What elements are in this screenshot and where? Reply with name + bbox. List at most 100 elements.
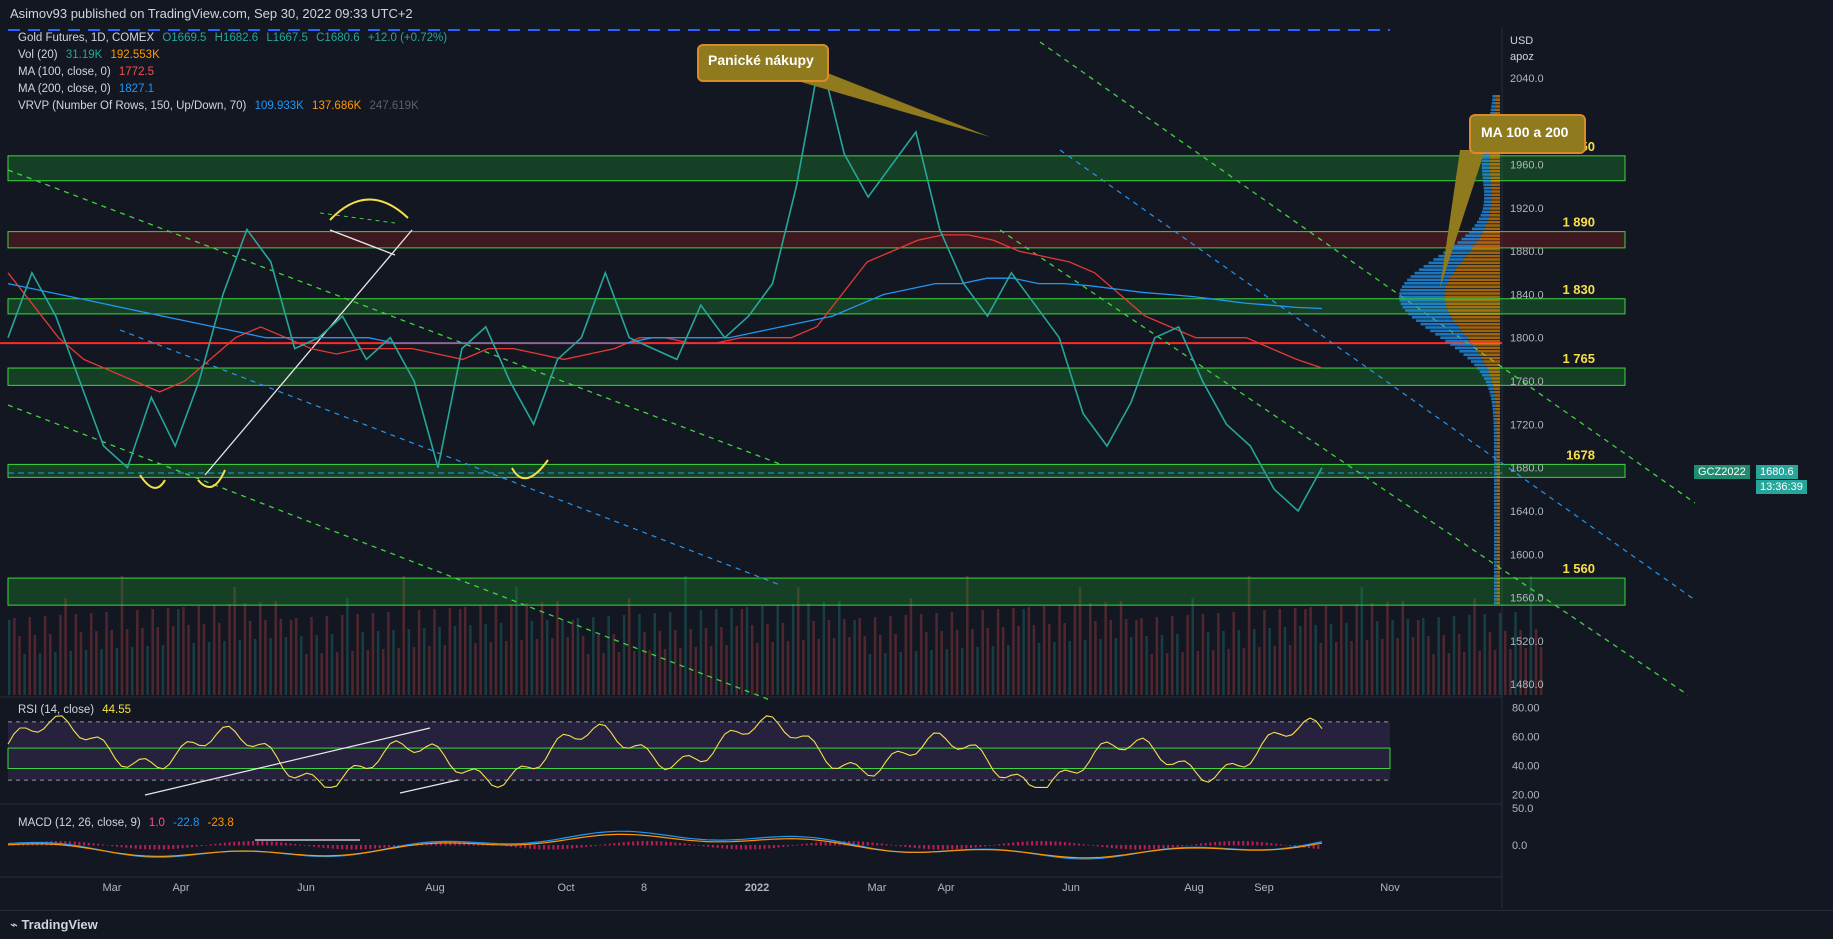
macd-hist-bar	[1049, 841, 1052, 846]
vrvp-bar	[1488, 387, 1494, 390]
volume-bar	[212, 605, 216, 695]
volume-bar	[551, 638, 554, 695]
zone-label-1: 1 890	[1562, 215, 1595, 230]
vrvp-bar	[1492, 95, 1496, 98]
volume-bar	[69, 651, 72, 695]
macd-hist-bar	[655, 841, 658, 846]
volume-bar	[1447, 653, 1451, 695]
vrvp-bar	[1496, 577, 1500, 581]
vrvp-bar	[1496, 472, 1500, 475]
volume-bar	[197, 606, 201, 695]
vrvp-bar	[1418, 268, 1456, 271]
macd-hist-bar	[1171, 845, 1174, 848]
macd-hist-bar	[557, 845, 560, 850]
vrvp-bar	[1494, 598, 1497, 601]
vrvp-bar	[1494, 577, 1497, 581]
legend-rsi-row[interactable]: RSI (14, close) 44.55	[18, 702, 136, 718]
volume-bar	[376, 631, 380, 695]
macd-hist-bar	[1002, 843, 1005, 846]
vrvp-bar	[1496, 414, 1500, 418]
vrvp-bar	[1495, 397, 1500, 401]
macd-hist-bar	[1035, 841, 1038, 846]
time-axis: Mar Apr Jun Aug Oct 8 2022 Mar Apr Jun Aug Sep Nov	[103, 882, 1401, 894]
vrvp-bar	[1494, 547, 1497, 550]
volume-bar	[463, 607, 467, 695]
macd-hist-bar	[763, 845, 766, 849]
volume-bar	[1457, 634, 1461, 695]
vrvp-bar	[1440, 336, 1468, 339]
price-line	[7, 56, 1323, 513]
volume-bar	[627, 598, 631, 695]
vrvp-bar	[1490, 176, 1500, 180]
macd-hist-bar	[111, 845, 114, 847]
vrvp-bar	[1494, 581, 1497, 584]
volume-bar	[986, 628, 990, 695]
macd-hist-bar	[331, 845, 334, 849]
macd-hist-bar	[1204, 842, 1207, 846]
macd-hist-bar	[1256, 841, 1259, 846]
vrvp-bar	[1475, 346, 1500, 350]
volume-bar	[1386, 602, 1389, 695]
macd-hist-bar	[191, 845, 194, 848]
volume-bar	[1222, 631, 1225, 695]
volume-bar	[1206, 632, 1210, 695]
x-tick-label: 2022	[745, 882, 769, 894]
tradingview-logo[interactable]: ⌁ TradingView	[10, 917, 98, 933]
rsi-panel: 80.00 60.00 40.00 20.00	[7, 702, 1540, 802]
rsi-tick-label: 60.00	[1512, 731, 1540, 743]
volume-bar	[397, 648, 400, 695]
vrvp-bar	[1493, 499, 1497, 503]
volume-bar	[433, 609, 436, 695]
volume-bar	[1442, 635, 1446, 695]
legend-ma200-row[interactable]: MA (200, close, 0) 1827.1	[18, 81, 159, 97]
rsi-tick-label: 40.00	[1512, 761, 1540, 773]
legend-vol-val2: 192.553K	[110, 49, 160, 61]
macd-hist-bar	[754, 845, 757, 850]
macd-hist-bar	[1275, 843, 1278, 846]
macd-hist-bar	[209, 844, 212, 846]
vrvp-bar	[1490, 108, 1495, 112]
vrvp-bar	[1479, 370, 1489, 373]
vrvp-bar	[1457, 265, 1500, 268]
volume-bar	[1099, 639, 1102, 695]
vrvp-bar	[1477, 367, 1488, 370]
legend-macd-row[interactable]: MACD (12, 26, close, 9) 1.0 -22.8 -23.8	[18, 815, 239, 831]
legend-vrvp-row[interactable]: VRVP (Number Of Rows, 150, Up/Down, 70) …	[18, 98, 424, 114]
zone-3	[7, 367, 1626, 386]
legend-symbol-row[interactable]: Gold Futures, 1D, COMEX O1669.5 H1682.6 …	[18, 30, 452, 46]
vrvp-bar	[1493, 418, 1497, 421]
volume-bar	[1242, 648, 1246, 695]
vrvp-bar	[1450, 343, 1473, 346]
vrvp-bar	[1496, 452, 1500, 455]
legend-volume-row[interactable]: Vol (20) 31.19K 192.553K	[18, 47, 165, 63]
macd-hist-bar	[603, 844, 606, 846]
volume-bar	[873, 617, 877, 695]
macd-hist-bar	[317, 845, 320, 848]
vrvp-bar	[1480, 234, 1500, 237]
legend-vrvp-v3: 247.619K	[369, 100, 419, 112]
macd-hist-bar	[1199, 843, 1202, 846]
vrvp-bar	[1494, 506, 1497, 509]
vrvp-bar	[1496, 431, 1500, 435]
macd-hist-bar	[1068, 842, 1071, 846]
volume-bar	[756, 643, 759, 695]
macd-hist-bar	[195, 845, 198, 847]
volume-bar	[310, 617, 313, 695]
price-chart[interactable]: 1 9501 8901 8301 76516781 560 2040.02000…	[0, 0, 1833, 938]
legend-ma100-row[interactable]: MA (100, close, 0) 1772.5	[18, 64, 159, 80]
macd-hist-bar	[899, 845, 902, 847]
vrvp-bar	[1472, 343, 1500, 346]
vrvp-bar	[1405, 309, 1448, 312]
volume-bar	[843, 619, 846, 695]
macd-hist-bar	[350, 845, 353, 850]
volume-bar	[1350, 641, 1353, 695]
macd-hist-bar	[946, 845, 949, 850]
vrvp-bar	[1490, 180, 1500, 183]
macd-hist-bar	[219, 843, 222, 846]
volume-bar	[648, 650, 651, 695]
volume-bar	[428, 646, 431, 695]
volume-bar	[1073, 604, 1077, 695]
macd-hist-bar	[162, 845, 165, 850]
vrvp-bar	[1493, 452, 1497, 455]
vrvp-bar	[1496, 441, 1500, 445]
